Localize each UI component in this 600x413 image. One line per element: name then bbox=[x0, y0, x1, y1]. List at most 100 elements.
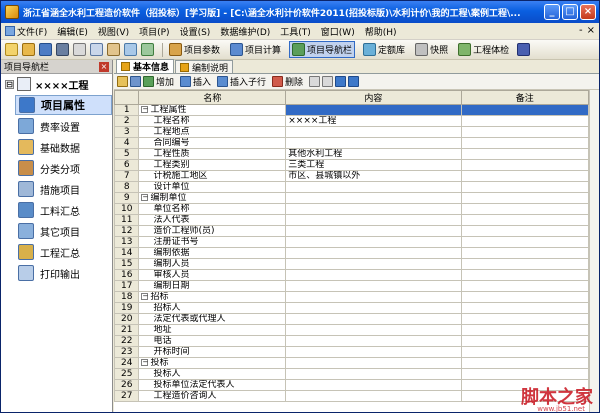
name-cell[interactable]: 设计单位 bbox=[138, 181, 287, 193]
content-cell[interactable] bbox=[285, 181, 462, 193]
remark-cell[interactable] bbox=[460, 269, 590, 281]
group-name-cell[interactable]: − 编制单位 bbox=[138, 192, 287, 204]
menu-view[interactable]: 视图(V) bbox=[98, 25, 129, 38]
content-cell[interactable] bbox=[285, 324, 462, 336]
content-cell[interactable] bbox=[285, 247, 462, 259]
open-icon[interactable] bbox=[117, 76, 128, 87]
menu-help[interactable]: 帮助(H) bbox=[365, 25, 397, 38]
tab-basic-info[interactable]: 基本信息 bbox=[116, 59, 175, 73]
name-cell[interactable]: 工程地点 bbox=[138, 126, 287, 138]
add-row-button[interactable]: 增加 bbox=[143, 75, 174, 88]
name-cell[interactable]: 工程造价咨询人 bbox=[138, 390, 287, 402]
table-row[interactable]: 21 地址 bbox=[114, 324, 590, 336]
content-cell[interactable] bbox=[285, 203, 462, 215]
cut-icon[interactable] bbox=[73, 43, 86, 56]
save-as-icon[interactable] bbox=[56, 43, 69, 56]
remark-cell[interactable] bbox=[460, 302, 590, 314]
content-cell[interactable] bbox=[285, 368, 462, 380]
name-cell[interactable]: 计税施工地区 bbox=[138, 170, 287, 182]
nav-item-classification[interactable]: 分类分项 bbox=[15, 158, 112, 178]
remark-cell[interactable] bbox=[460, 159, 590, 171]
name-cell[interactable]: 审核人员 bbox=[138, 269, 287, 281]
menu-data[interactable]: 数据维护(D) bbox=[220, 25, 270, 38]
content-cell[interactable] bbox=[285, 346, 462, 358]
table-row[interactable]: 20 法定代表或代理人 bbox=[114, 313, 590, 325]
remark-cell[interactable] bbox=[460, 247, 590, 259]
nav-item-other-items[interactable]: 其它项目 bbox=[15, 221, 112, 241]
vertical-scrollbar[interactable] bbox=[589, 90, 599, 412]
insert-child-row-button[interactable]: 插入子行 bbox=[217, 75, 266, 88]
nav-item-project-properties[interactable]: 项目属性 bbox=[15, 95, 112, 115]
name-cell[interactable]: 法人代表 bbox=[138, 214, 287, 226]
content-cell[interactable] bbox=[285, 291, 462, 303]
name-cell[interactable]: 法定代表或代理人 bbox=[138, 313, 287, 325]
move-down-icon[interactable] bbox=[348, 76, 360, 87]
content-cell[interactable] bbox=[285, 126, 462, 138]
table-row[interactable]: 27 工程造价咨询人 bbox=[114, 390, 590, 402]
maximize-button[interactable]: □ bbox=[562, 4, 578, 20]
remark-cell[interactable] bbox=[460, 192, 590, 204]
move-up-icon[interactable] bbox=[335, 76, 347, 87]
table-row[interactable]: 16 审核人员 bbox=[114, 269, 590, 281]
table-row[interactable]: 11 法人代表 bbox=[114, 214, 590, 226]
table-row[interactable]: 26 投标单位法定代表人 bbox=[114, 379, 590, 391]
table-row[interactable]: 14 编制依据 bbox=[114, 247, 590, 259]
table-row[interactable]: 12 造价工程师(员) bbox=[114, 225, 590, 237]
remark-cell[interactable] bbox=[460, 181, 590, 193]
name-cell[interactable]: 投标人 bbox=[138, 368, 287, 380]
name-cell[interactable]: 投标单位法定代表人 bbox=[138, 379, 287, 391]
remark-cell[interactable] bbox=[460, 324, 590, 336]
remark-cell[interactable] bbox=[460, 214, 590, 226]
table-row[interactable]: 6 工程类别 三类工程 bbox=[114, 159, 590, 171]
delete-row-button[interactable]: 删除 bbox=[272, 75, 303, 88]
table-row[interactable]: 2 工程名称 ××××工程 bbox=[114, 115, 590, 127]
table-row[interactable]: 7 计税施工地区 市区、县城镇以外 bbox=[114, 170, 590, 182]
undo-icon[interactable] bbox=[124, 43, 137, 56]
project-node[interactable]: ⊟ ××××工程 bbox=[1, 74, 112, 94]
table-row[interactable]: 4 合同编号 bbox=[114, 137, 590, 149]
remark-cell[interactable] bbox=[460, 126, 590, 138]
project-calc-button[interactable]: 项目计算 bbox=[228, 42, 283, 57]
table-row[interactable]: 8 设计单位 bbox=[114, 181, 590, 193]
nav-item-measures[interactable]: 措施项目 bbox=[15, 179, 112, 199]
open-folder-icon[interactable] bbox=[22, 43, 35, 56]
remark-cell[interactable] bbox=[460, 346, 590, 358]
collapse-toggle[interactable]: ⊟ bbox=[5, 79, 14, 89]
project-check-button[interactable]: 工程体检 bbox=[456, 42, 511, 57]
project-nav-button[interactable]: 项目导航栏 bbox=[289, 41, 356, 58]
remark-cell[interactable] bbox=[460, 313, 590, 325]
name-cell[interactable]: 工程名称 bbox=[138, 115, 287, 127]
close-button[interactable]: × bbox=[580, 4, 596, 20]
table-row[interactable]: 23 开标时间 bbox=[114, 346, 590, 358]
group-name-cell[interactable]: − 投标 bbox=[138, 357, 287, 369]
column-header-content[interactable]: 内容 bbox=[285, 90, 462, 105]
content-cell[interactable] bbox=[285, 104, 462, 116]
new-file-icon[interactable] bbox=[5, 43, 18, 56]
nav-item-rate-settings[interactable]: 费率设置 bbox=[15, 116, 112, 136]
table-row[interactable]: 18− 招标 bbox=[114, 291, 590, 303]
mdi-minimize-button[interactable]: - bbox=[579, 25, 583, 36]
remark-cell[interactable] bbox=[460, 115, 590, 127]
remark-cell[interactable] bbox=[460, 225, 590, 237]
collapse-toggle-icon[interactable]: − bbox=[141, 293, 149, 300]
copy-icon[interactable] bbox=[309, 76, 321, 87]
content-cell[interactable] bbox=[285, 269, 462, 281]
remark-cell[interactable] bbox=[460, 137, 590, 149]
paste-icon[interactable] bbox=[107, 43, 120, 56]
name-cell[interactable]: 工程性质 bbox=[138, 148, 287, 160]
table-row[interactable]: 22 电话 bbox=[114, 335, 590, 347]
nav-item-basic-data[interactable]: 基础数据 bbox=[15, 137, 112, 157]
remark-cell[interactable] bbox=[460, 335, 590, 347]
content-cell[interactable] bbox=[285, 236, 462, 248]
collapse-toggle-icon[interactable]: − bbox=[141, 359, 149, 366]
menu-project[interactable]: 项目(P) bbox=[139, 25, 169, 38]
quota-library-button[interactable]: 定额库 bbox=[361, 42, 407, 57]
content-cell[interactable] bbox=[285, 214, 462, 226]
snapshot-button[interactable]: 快照 bbox=[413, 42, 450, 57]
table-row[interactable]: 17 编制日期 bbox=[114, 280, 590, 292]
remark-cell[interactable] bbox=[460, 170, 590, 182]
remark-cell[interactable] bbox=[460, 280, 590, 292]
table-row[interactable]: 1− 工程属性 bbox=[114, 104, 590, 116]
column-header-remark[interactable]: 备注 bbox=[460, 90, 590, 105]
content-cell[interactable] bbox=[285, 335, 462, 347]
